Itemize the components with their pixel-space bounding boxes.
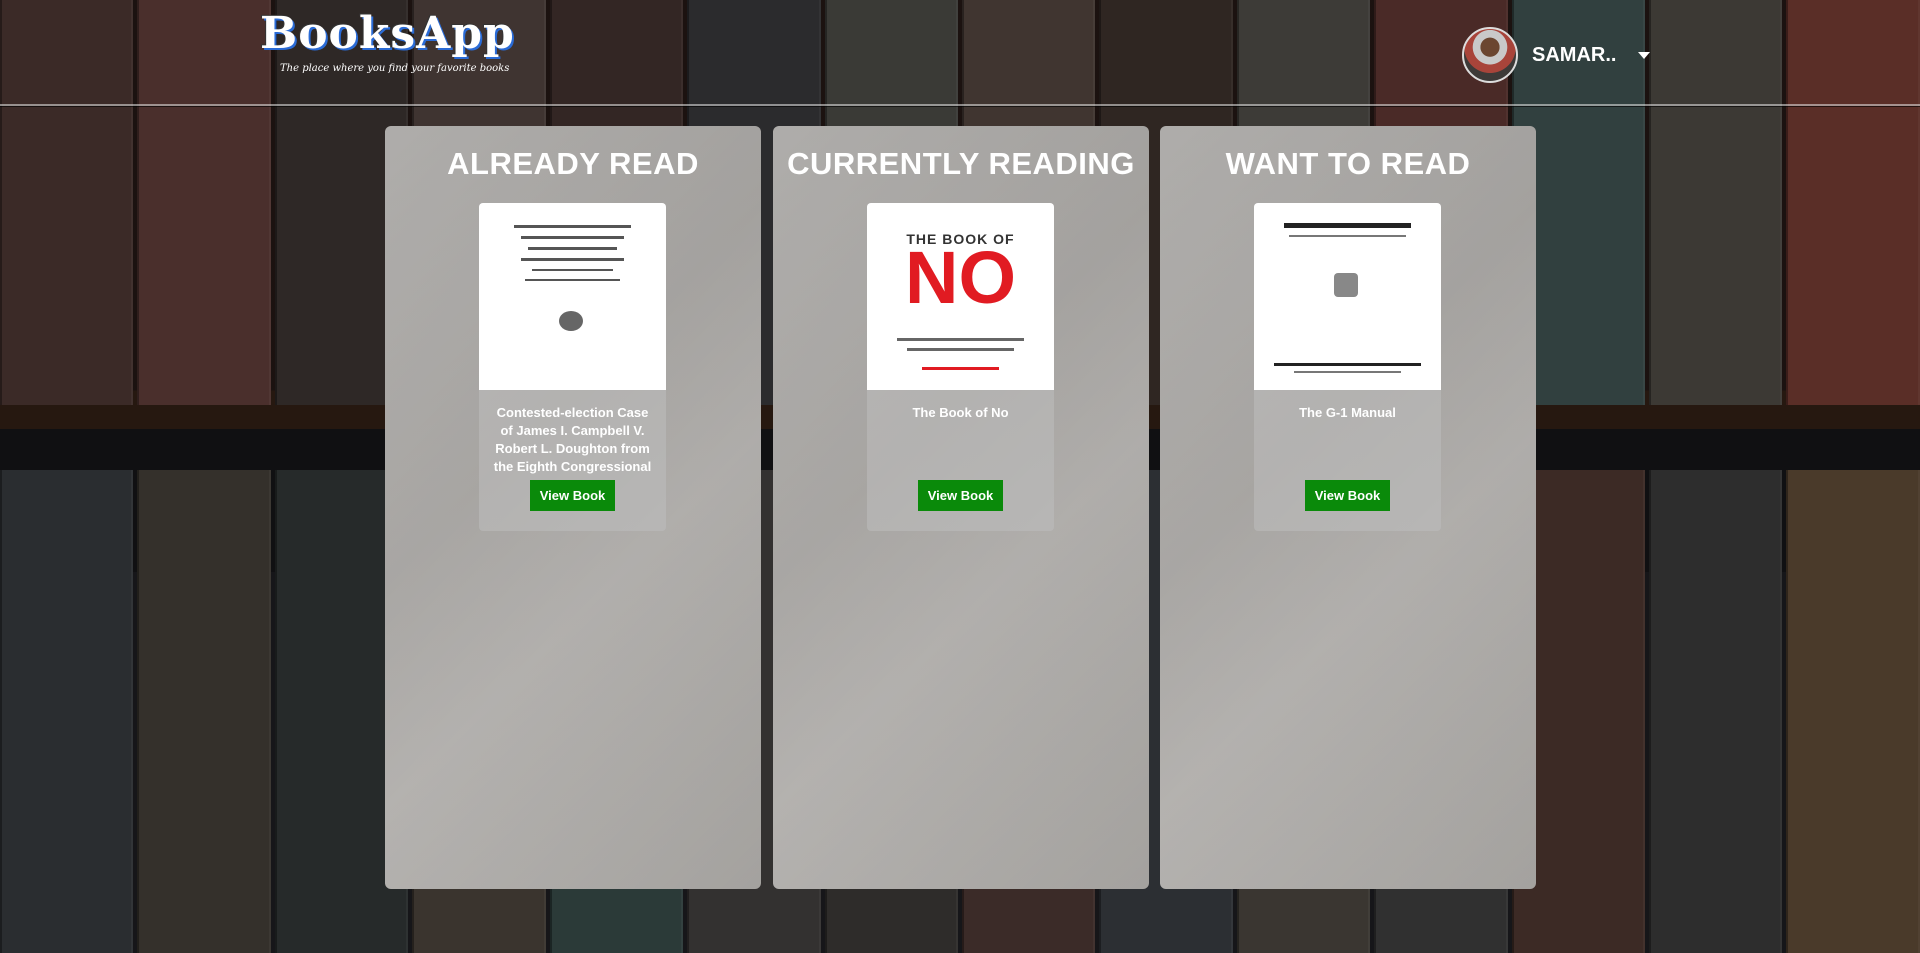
book-cover-image: THE BOOK OF NO: [867, 203, 1054, 390]
book-title: The G-1 Manual: [1299, 405, 1396, 420]
avatar[interactable]: [1462, 27, 1518, 83]
cover-big-text: NO: [905, 236, 1016, 319]
cover-line: [524, 279, 621, 281]
shelf-currently-reading: CURRENTLY READING THE BOOK OF NO The Boo…: [773, 126, 1149, 889]
cover-line: [532, 269, 613, 271]
cover-line: [521, 258, 624, 261]
book-card: The G-1 Manual View Book: [1254, 203, 1441, 531]
brand[interactable]: BooksApp The place where you find your f…: [260, 8, 515, 74]
seal-icon: [559, 311, 583, 331]
book-spine: [1649, 470, 1783, 953]
book-card: THE BOOK OF NO The Book of No View Book: [867, 203, 1054, 531]
shelf-title: ALREADY READ: [447, 146, 699, 181]
user-name[interactable]: SAMAR..: [1532, 44, 1616, 67]
app-tagline: The place where you find your favorite b…: [280, 63, 510, 74]
view-book-button[interactable]: View Book: [1305, 480, 1390, 511]
shelf-want-to-read: WANT TO READ The G-1 Manual View Book: [1160, 126, 1536, 889]
chevron-down-icon[interactable]: [1638, 51, 1651, 59]
book-spine: [1786, 470, 1920, 953]
cover-line: [521, 236, 624, 239]
cover-line: [1274, 363, 1421, 366]
cover-line: [513, 225, 632, 228]
book-spine: [0, 470, 134, 953]
cover-line: [907, 348, 1014, 351]
book-cover-image: [479, 203, 666, 390]
book-card: Contested-election Case of James I. Camp…: [479, 203, 666, 531]
top-navbar: BooksApp The place where you find your f…: [0, 0, 1920, 106]
cover-line: [897, 338, 1024, 341]
book-title: The Book of No: [912, 405, 1009, 420]
book-title: Contested-election Case of James I. Camp…: [493, 405, 652, 474]
shelf-title: WANT TO READ: [1225, 146, 1471, 181]
app-logo-title[interactable]: BooksApp: [260, 8, 515, 59]
cover-line: [922, 367, 999, 370]
cover-line: [1284, 223, 1411, 228]
shelf-title: CURRENTLY READING: [787, 146, 1135, 181]
shelf-already-read: ALREADY READ Contested-election Case of …: [385, 126, 761, 889]
view-book-button[interactable]: View Book: [530, 480, 615, 511]
cover-line: [528, 247, 617, 250]
book-cover-image: [1254, 203, 1441, 390]
cover-text-lines: [499, 217, 646, 289]
book-spine: [137, 470, 271, 953]
view-book-button[interactable]: View Book: [918, 480, 1003, 511]
cover-line: [1294, 371, 1401, 373]
user-menu[interactable]: SAMAR..: [1462, 27, 1651, 83]
emblem-icon: [1334, 273, 1358, 297]
cover-line: [1289, 235, 1406, 237]
